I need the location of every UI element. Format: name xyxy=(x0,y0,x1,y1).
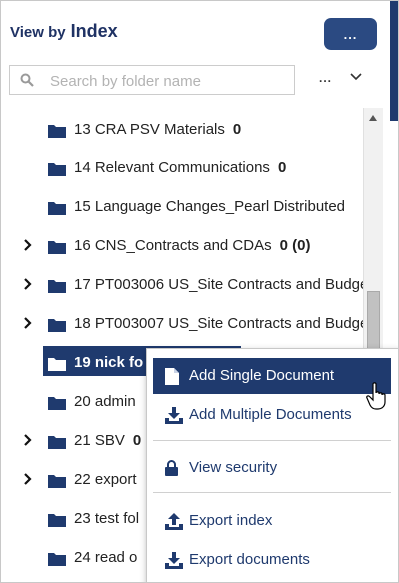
search-options-button[interactable]: ... xyxy=(319,71,332,85)
menu-item-view-security[interactable]: View security xyxy=(153,450,391,486)
folder-count: 0 xyxy=(232,121,242,138)
tree-row[interactable]: 15 Language Changes_Pearl Distributed xyxy=(1,190,363,220)
menu-item-label: Add Single Document xyxy=(189,367,335,384)
more-actions-button[interactable]: ... xyxy=(324,18,377,50)
folder-icon xyxy=(48,358,66,371)
menu-item-export-index[interactable]: Export index xyxy=(153,503,391,539)
folder-label: 16 CNS_Contracts and CDAs 0 (0) xyxy=(74,237,311,254)
folder-label: 23 test fol xyxy=(74,510,140,527)
folder-count: 0 xyxy=(132,432,142,449)
lock-icon xyxy=(165,460,178,476)
menu-item-label: Add Multiple Documents xyxy=(189,406,352,423)
menu-separator xyxy=(153,440,391,441)
folder-icon xyxy=(48,397,66,410)
page-scrollbar-edge[interactable] xyxy=(390,1,398,121)
folder-label: 18 PT003007 US_Site Contracts and Budget… xyxy=(74,315,363,332)
menu-item-label: Export index xyxy=(189,512,273,529)
menu-item-add-multiple-documents[interactable]: Add Multiple Documents xyxy=(153,397,391,433)
folder-label: 24 read o xyxy=(74,549,138,566)
tree-row[interactable]: 17 PT003006 US_Site Contracts and Budget… xyxy=(1,268,363,298)
expand-arrow-icon[interactable] xyxy=(24,473,32,485)
upload-tray-icon xyxy=(165,513,183,530)
document-icon xyxy=(165,368,179,385)
folder-icon xyxy=(48,514,66,527)
menu-item-add-single-document[interactable]: Add Single Document xyxy=(153,358,391,394)
folder-count: 0 (0) xyxy=(279,237,311,254)
folder-icon xyxy=(48,163,66,176)
folder-label: 13 CRA PSV Materials 0 xyxy=(74,121,242,138)
folder-index-panel: View by Index ... Search by folder name … xyxy=(0,0,399,583)
scroll-up-arrow-icon[interactable] xyxy=(369,115,377,121)
menu-item-label: View security xyxy=(189,459,278,476)
search-icon xyxy=(20,73,34,87)
folder-label: 19 nick fo xyxy=(74,354,144,371)
folder-icon xyxy=(48,241,66,254)
folder-icon xyxy=(48,553,66,566)
hand-cursor-icon xyxy=(366,382,386,410)
expand-arrow-icon[interactable] xyxy=(24,317,32,329)
folder-count: 0 xyxy=(277,159,287,176)
chevron-down-icon[interactable] xyxy=(350,73,362,81)
folder-icon xyxy=(48,436,66,449)
folder-icon xyxy=(48,125,66,138)
folder-label: 15 Language Changes_Pearl Distributed xyxy=(74,198,346,215)
folder-search-input[interactable]: Search by folder name xyxy=(9,65,295,95)
folder-icon xyxy=(48,202,66,215)
search-placeholder: Search by folder name xyxy=(50,73,201,90)
folder-label: 17 PT003006 US_Site Contracts and Budget… xyxy=(74,276,363,293)
folder-label: 20 admin xyxy=(74,393,136,410)
folder-icon xyxy=(48,475,66,488)
menu-separator xyxy=(153,492,391,493)
folder-label: 14 Relevant Communications 0 xyxy=(74,159,287,176)
tree-row[interactable]: 18 PT003007 US_Site Contracts and Budget… xyxy=(1,307,363,337)
download-tray-icon xyxy=(165,552,183,569)
folder-label: 22 export xyxy=(74,471,137,488)
tree-row[interactable]: 13 CRA PSV Materials 0 xyxy=(1,113,363,143)
folder-icon xyxy=(48,319,66,332)
folder-label: 21 SBV 0 xyxy=(74,432,142,449)
view-by-header: View by Index xyxy=(10,21,118,45)
download-tray-icon xyxy=(165,407,183,424)
menu-item-export-documents[interactable]: Export documents xyxy=(153,542,391,578)
expand-arrow-icon[interactable] xyxy=(24,434,32,446)
view-by-label: View by xyxy=(10,24,66,41)
tree-row[interactable]: 16 CNS_Contracts and CDAs 0 (0) xyxy=(1,229,363,259)
folder-icon xyxy=(48,280,66,293)
expand-arrow-icon[interactable] xyxy=(24,278,32,290)
expand-arrow-icon[interactable] xyxy=(24,239,32,251)
tree-row[interactable]: 14 Relevant Communications 0 xyxy=(1,151,363,181)
view-mode-label[interactable]: Index xyxy=(71,21,118,42)
menu-item-label: Export documents xyxy=(189,551,310,568)
context-menu: Add Single Document Add Multiple Documen… xyxy=(146,348,398,582)
